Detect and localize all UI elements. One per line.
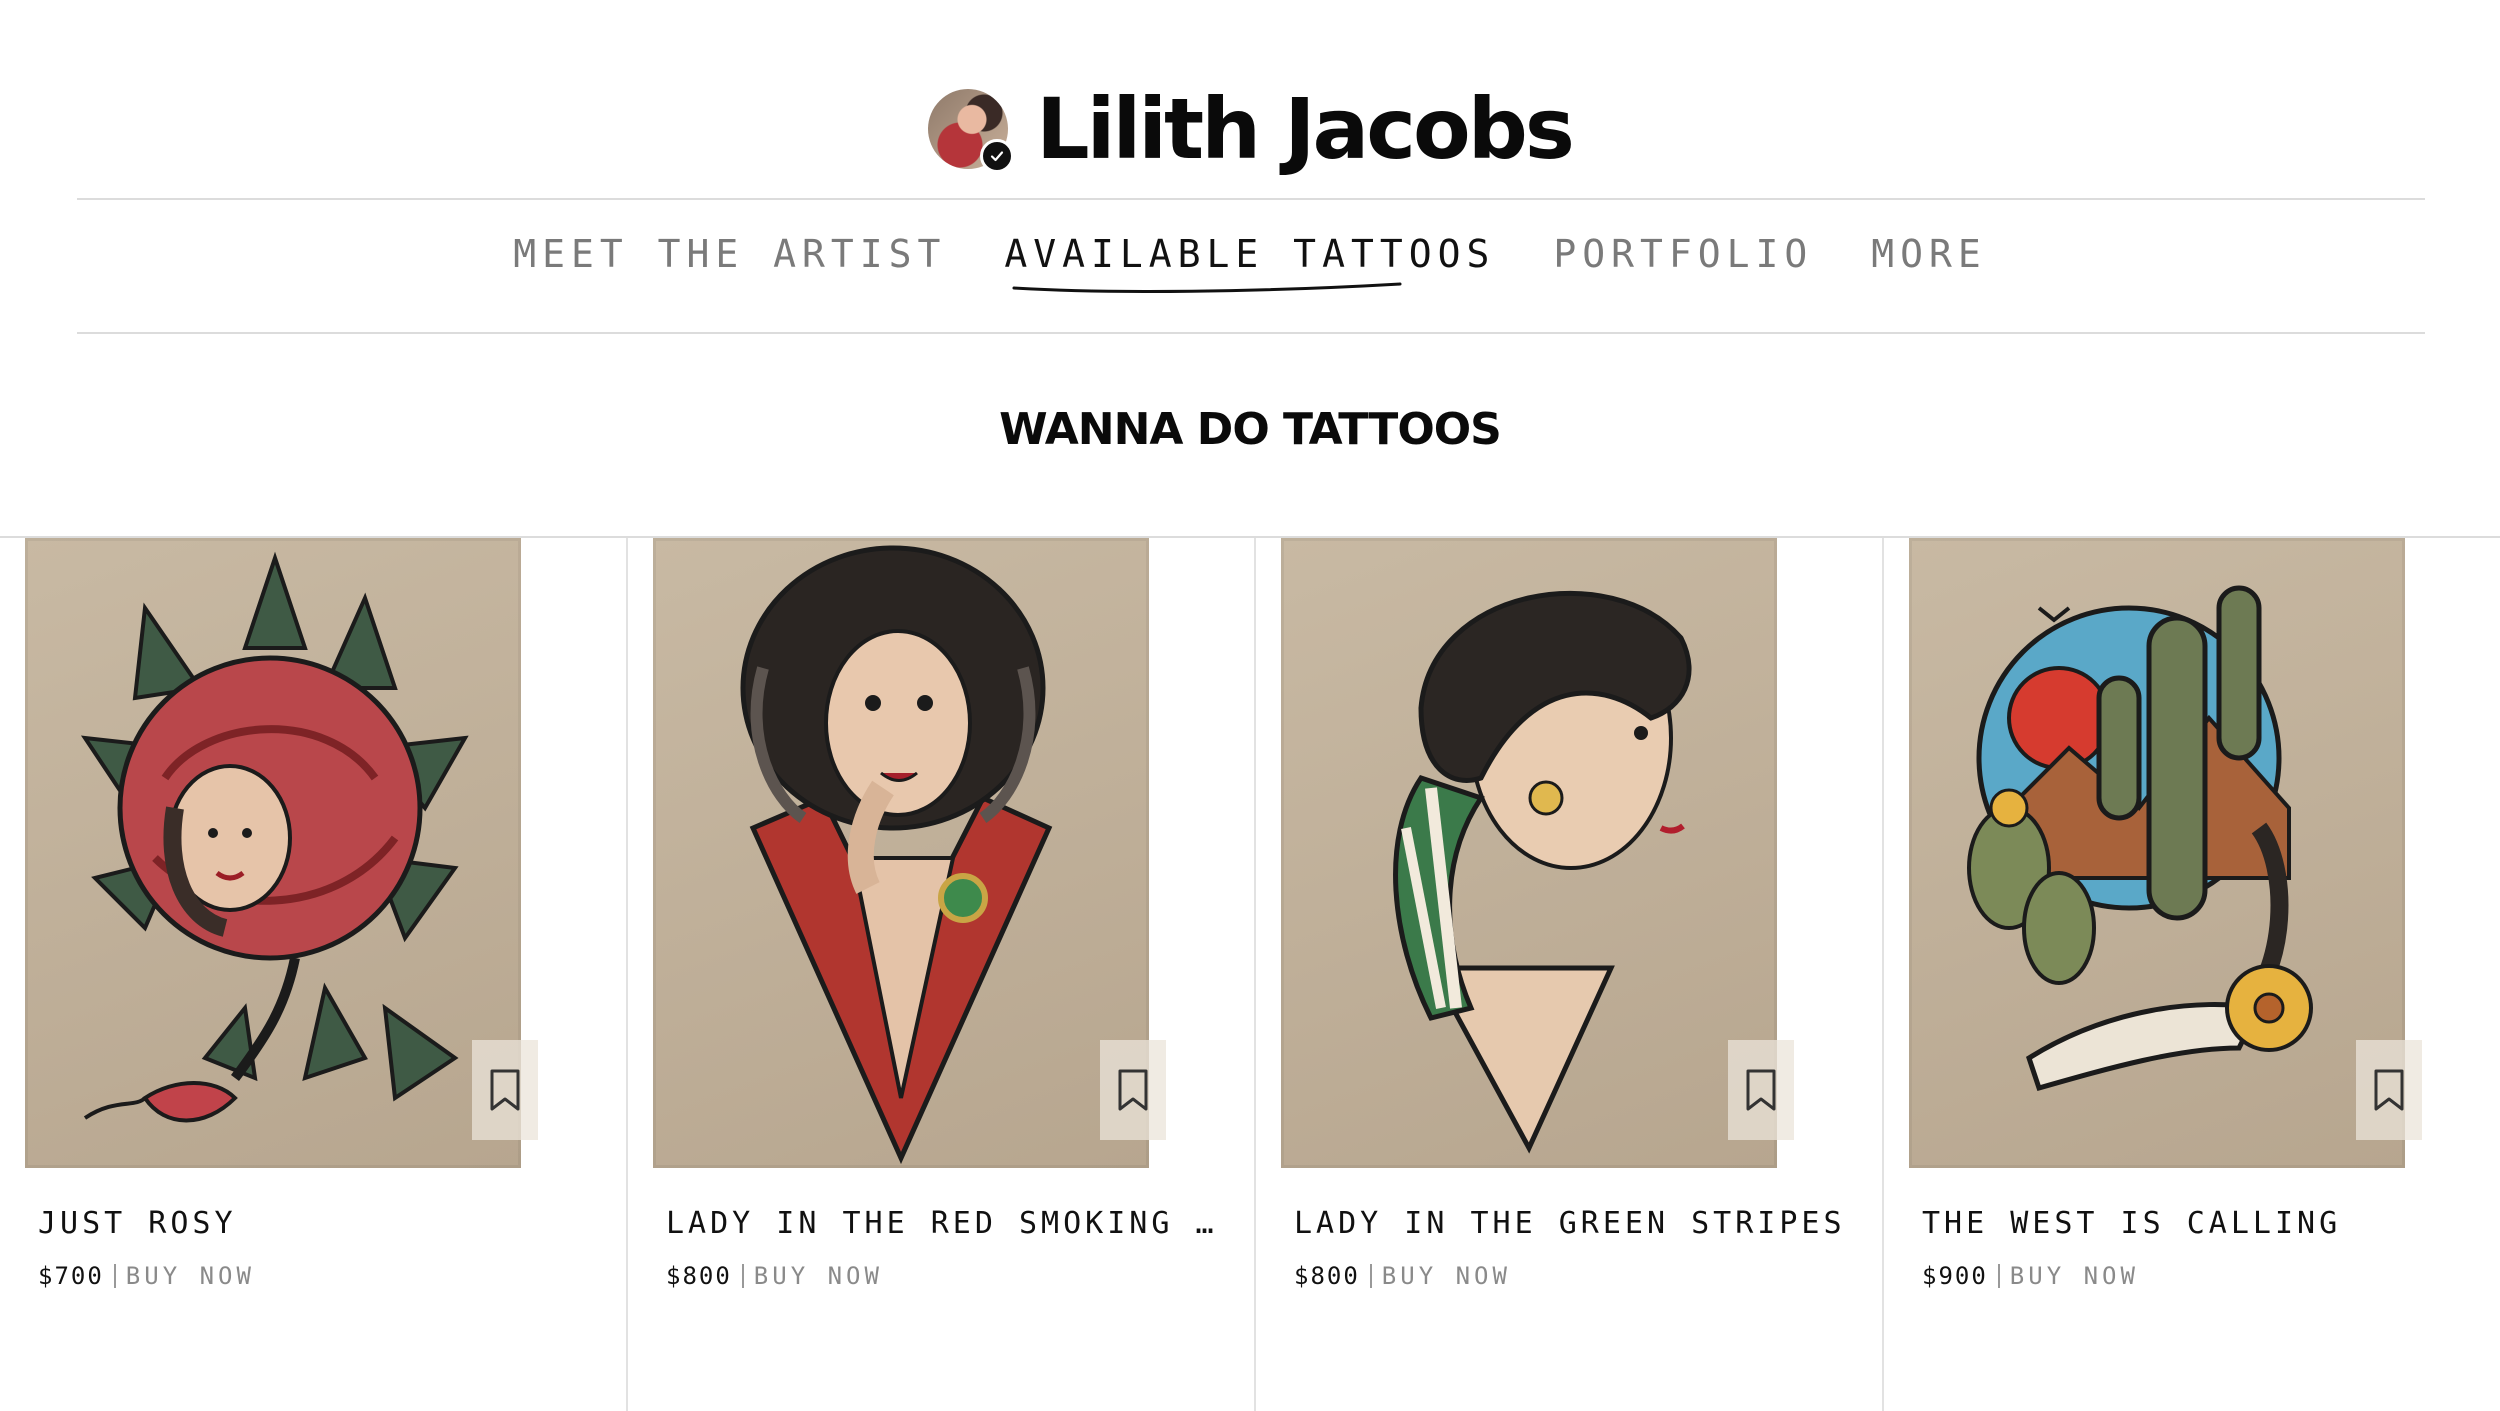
product-image-lady-red[interactable] [653,538,1149,1168]
product-title[interactable]: LADY IN THE GREEN STRIPES [1294,1206,1854,1241]
lady-green-illustration [1393,590,1692,1154]
bookmark-button[interactable] [2356,1040,2422,1140]
rose-illustration [80,551,469,1123]
buy-now-link[interactable]: BUY NOW [754,1262,883,1290]
section-title: WANNA DO TATTOOS [999,404,1502,455]
product-title[interactable]: JUST ROSY [38,1206,598,1241]
bookmark-button[interactable] [472,1040,538,1140]
nav-item-meet-the-artist[interactable]: MEET THE ARTIST [513,232,946,276]
price-separator [113,1264,116,1288]
product-image-west[interactable] [1909,538,2405,1168]
lady-red-illustration [740,545,1053,1165]
nav-item-portfolio[interactable]: PORTFOLIO [1553,232,1813,276]
price-separator [1997,1264,2000,1288]
header-divider [77,198,2425,200]
active-underline [1012,282,1402,293]
price-row: $700 BUY NOW [38,1262,255,1290]
price-separator [741,1264,744,1288]
product-card[interactable]: LADY IN THE RED SMOKING JA… $800 BUY NOW [628,538,1256,1411]
avatar[interactable] [928,89,1015,173]
bookmark-button[interactable] [1100,1040,1166,1140]
product-price: $800 [666,1262,732,1290]
nav-item-label: AVAILABLE TATTOOS [1004,232,1496,276]
price-row: $900 BUY NOW [1922,1262,2139,1290]
product-card[interactable]: LADY IN THE GREEN STRIPES $800 BUY NOW [1256,538,1884,1411]
bookmark-icon [1746,1069,1776,1111]
nav-divider [77,332,2425,334]
desert-illustration [1967,585,2313,1092]
product-title[interactable]: LADY IN THE RED SMOKING JA… [666,1206,1226,1241]
brand-name[interactable]: Lilith Jacobs [1036,87,1575,171]
buy-now-link[interactable]: BUY NOW [1382,1262,1511,1290]
product-card[interactable]: THE WEST IS CALLING $900 BUY NOW [1884,538,2500,1411]
nav-item-available-tattoos[interactable]: AVAILABLE TATTOOS [1004,232,1496,293]
product-image-lady-green[interactable] [1281,538,1777,1168]
bookmark-icon [490,1069,520,1111]
brand-header: Lilith Jacobs [0,74,2500,184]
bookmark-icon [1118,1069,1148,1111]
nav-item-more[interactable]: MORE [1871,232,1987,276]
product-price: $800 [1294,1262,1360,1290]
buy-now-link[interactable]: BUY NOW [2010,1262,2139,1290]
price-row: $800 BUY NOW [666,1262,883,1290]
bookmark-button[interactable] [1728,1040,1794,1140]
product-price: $900 [1922,1262,1988,1290]
price-separator [1369,1264,1372,1288]
product-grid: JUST ROSY $700 BUY NOW LADY IN THE RED S… [0,538,2500,1411]
product-title[interactable]: THE WEST IS CALLING [1922,1206,2482,1241]
check-icon [980,139,1015,173]
price-row: $800 BUY NOW [1294,1262,1511,1290]
product-price: $700 [38,1262,104,1290]
product-card[interactable]: JUST ROSY $700 BUY NOW [0,538,628,1411]
main-nav: MEET THE ARTIST AVAILABLE TATTOOS PORTFO… [0,232,2500,293]
buy-now-link[interactable]: BUY NOW [126,1262,255,1290]
bookmark-icon [2374,1069,2404,1111]
product-image-rose[interactable] [25,538,521,1168]
